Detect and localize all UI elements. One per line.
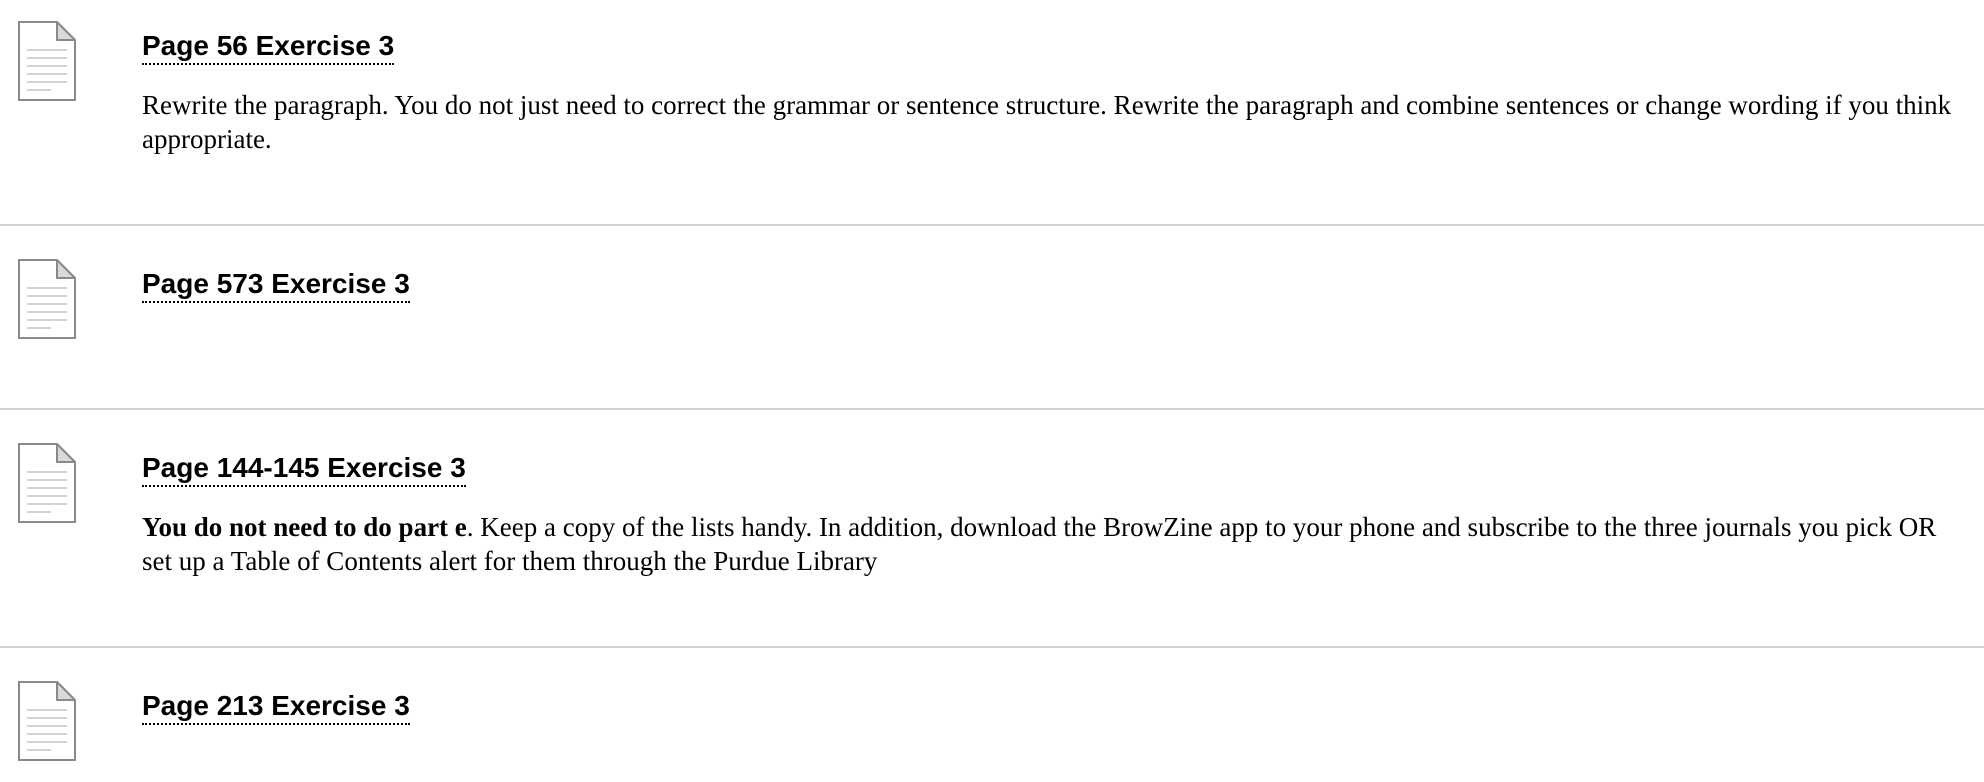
description-emphasis: You do not need to do part e: [142, 512, 467, 542]
assignment-description: Rewrite the paragraph. You do not just n…: [142, 90, 1952, 154]
assignment-link[interactable]: Page 213 Exercise 3: [142, 689, 410, 725]
divider: [0, 224, 1984, 226]
document-icon: [18, 21, 76, 101]
assignment-link[interactable]: Page 144-145 Exercise 3: [142, 451, 466, 487]
document-icon: [18, 443, 76, 523]
document-icon: [18, 259, 76, 339]
document-icon: [18, 681, 76, 761]
assignment-link[interactable]: Page 573 Exercise 3: [142, 267, 410, 303]
divider: [0, 408, 1984, 410]
assignment-description: You do not need to do part e. Keep a cop…: [142, 510, 1972, 578]
assignment-link[interactable]: Page 56 Exercise 3: [142, 29, 395, 65]
divider: [0, 646, 1984, 648]
